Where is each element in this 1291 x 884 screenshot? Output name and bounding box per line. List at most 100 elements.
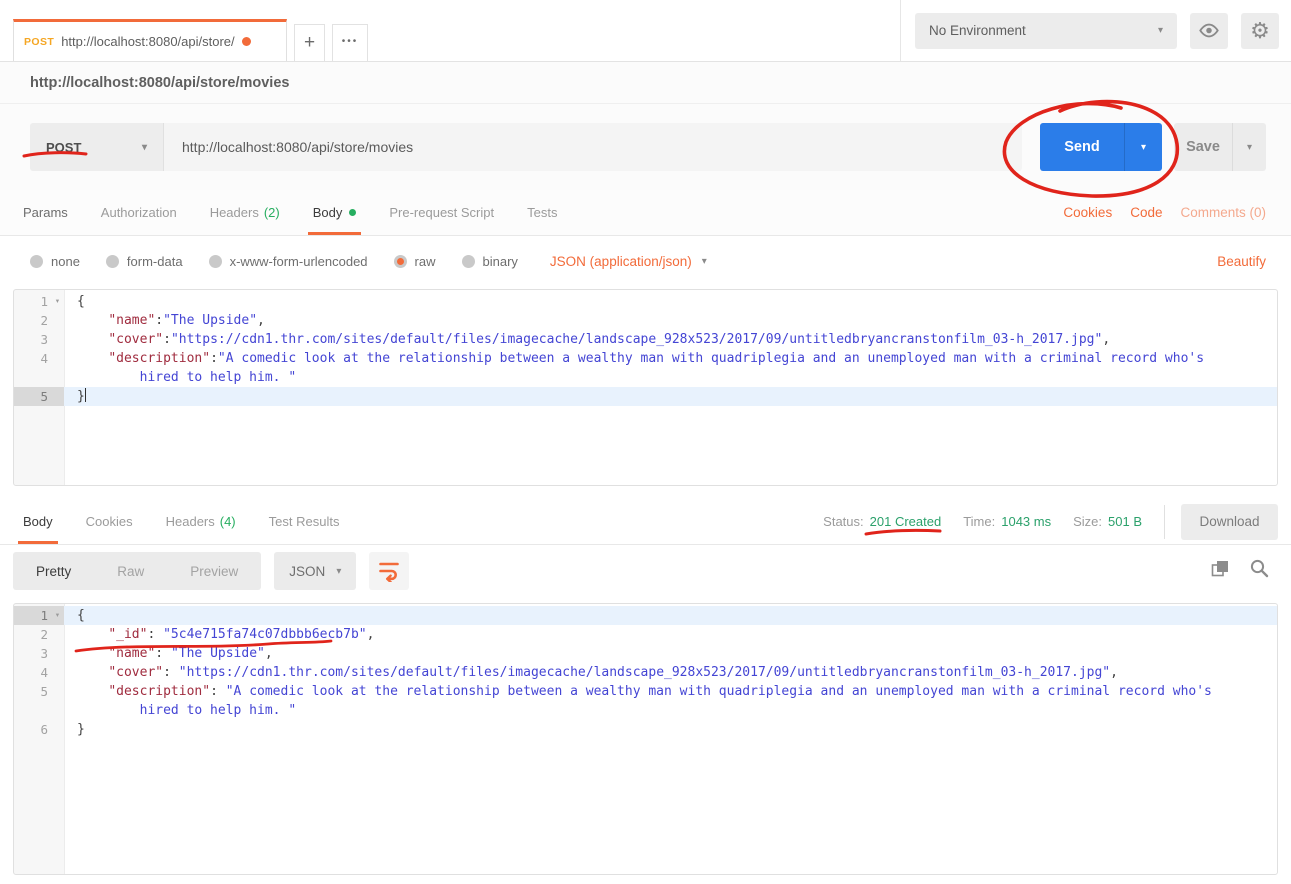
body-mode-row: none form-data x-www-form-urlencoded raw… [0,236,1291,286]
method-select[interactable]: POST ▾ [30,123,164,171]
tab-pre-request-script[interactable]: Pre-request Script [386,190,497,235]
radio-form-data[interactable]: form-data [106,254,183,269]
size-value: 501 B [1108,514,1142,529]
line-number: 6 [14,720,64,739]
radio-icon [209,255,222,268]
request-tabs: Params Authorization Headers (2) Body Pr… [0,190,1291,236]
code-line[interactable]: 3 "name": "The Upside", [14,644,1277,663]
radio-raw[interactable]: raw [394,254,436,269]
response-format-select[interactable]: JSON ▾ [274,552,356,590]
copy-response-button[interactable] [1211,560,1229,583]
response-tab-headers[interactable]: Headers (4) [163,499,239,544]
chevron-down-icon: ▾ [1158,25,1163,36]
chevron-down-icon: ▾ [1141,142,1146,153]
code-line[interactable]: 4 "cover": "https://cdn1.thr.com/sites/d… [14,663,1277,682]
code-line-text: "name": "The Upside", [64,644,273,663]
chevron-down-icon: ▾ [1247,142,1252,153]
code-line[interactable]: 2 "_id": "5c4e715fa74c07dbbb6ecb7b", [14,625,1277,644]
radio-icon [462,255,475,268]
code-line[interactable]: 4 "description":"A comedic look at the r… [14,349,1277,368]
new-tab-button[interactable]: + [294,24,325,61]
code-line[interactable]: 5 "description": "A comedic look at the … [14,682,1277,701]
content-type-value: JSON (application/json) [550,254,692,269]
response-tab-test-results[interactable]: Test Results [266,499,343,544]
status-badge: Status: 201 Created [823,514,941,529]
send-button[interactable]: Send [1040,123,1124,171]
code-line-text: "description":"A comedic look at the rel… [64,349,1204,368]
response-tab-body[interactable]: Body [20,499,56,544]
response-tools [1211,559,1269,583]
code-line[interactable]: 2 "name":"The Upside", [14,311,1277,330]
radio-binary[interactable]: binary [462,254,518,269]
comments-link[interactable]: Comments (0) [1180,205,1266,220]
view-pretty[interactable]: Pretty [13,564,94,579]
size-badge: Size: 501 B [1073,514,1142,529]
method-select-value: POST [46,140,81,155]
beautify-link[interactable]: Beautify [1217,254,1266,269]
time-badge: Time: 1043 ms [963,514,1051,529]
settings-button[interactable]: ⚙ [1241,13,1279,49]
tab-body[interactable]: Body [310,190,360,235]
code-link[interactable]: Code [1130,205,1162,220]
response-body-editor[interactable]: 1▾{2 "_id": "5c4e715fa74c07dbbb6ecb7b",3… [13,603,1278,875]
radio-x-www-form-urlencoded[interactable]: x-www-form-urlencoded [209,254,368,269]
time-value: 1043 ms [1001,514,1051,529]
tab-tests[interactable]: Tests [524,190,560,235]
send-options-button[interactable]: ▾ [1124,123,1162,171]
gear-icon: ⚙ [1250,20,1270,42]
content-type-select[interactable]: JSON (application/json) ▾ [550,254,707,269]
code-line[interactable]: 5} [14,387,1277,406]
code-line[interactable]: 3 "cover":"https://cdn1.thr.com/sites/de… [14,330,1277,349]
environment-quicklook-button[interactable] [1190,13,1228,49]
code-line-text: "name":"The Upside", [64,311,265,330]
view-preview[interactable]: Preview [167,564,261,579]
code-line[interactable]: 1▾{ [14,292,1277,311]
fold-caret-icon[interactable]: ▾ [55,606,60,625]
line-number: 2 [14,311,64,330]
code-line-text: "_id": "5c4e715fa74c07dbbb6ecb7b", [64,625,374,644]
request-url-header: http://localhost:8080/api/store/movies [0,62,1291,104]
request-tab[interactable]: POST http://localhost:8080/api/store/ [13,19,287,61]
eye-icon [1198,23,1220,38]
fold-caret-icon[interactable]: ▾ [55,292,60,311]
code-line[interactable]: hired to help him. " [14,701,1277,720]
chevron-down-icon: ▾ [142,142,147,153]
code-line[interactable]: hired to help him. " [14,368,1277,387]
code-line-text: "cover": "https://cdn1.thr.com/sites/def… [64,663,1118,682]
save-options-button[interactable]: ▾ [1232,123,1266,171]
search-icon [1250,559,1269,578]
search-response-button[interactable] [1250,559,1269,583]
tab-options-button[interactable]: ••• [332,24,368,61]
line-number: 3 [14,330,64,349]
send-button-group: Send ▾ [1040,123,1162,171]
tab-params[interactable]: Params [20,190,71,235]
cookies-link[interactable]: Cookies [1063,205,1112,220]
tab-headers[interactable]: Headers (2) [207,190,283,235]
wrap-lines-button[interactable] [369,552,409,590]
tab-authorization[interactable]: Authorization [98,190,180,235]
code-line-text: hired to help him. " [64,368,296,387]
code-line-text: } [64,720,85,739]
word-wrap-icon [379,561,399,582]
code-line-text: hired to help him. " [64,701,296,720]
line-number: 4 [14,349,64,368]
code-line-text: } [64,387,86,406]
radio-none[interactable]: none [30,254,80,269]
code-line[interactable]: 6} [14,720,1277,739]
code-line-text: "description": "A comedic look at the re… [64,682,1212,701]
url-input[interactable]: http://localhost:8080/api/store/movies [164,123,1022,171]
save-button[interactable]: Save [1174,123,1232,171]
download-button[interactable]: Download [1181,504,1278,540]
environment-select[interactable]: No Environment ▾ [915,13,1177,49]
response-tab-cookies[interactable]: Cookies [83,499,136,544]
response-header: Body Cookies Headers (4) Test Results St… [0,499,1291,545]
view-raw[interactable]: Raw [94,564,167,579]
request-body-editor[interactable]: 1▾{2 "name":"The Upside",3 "cover":"http… [13,289,1278,486]
environment-group: No Environment ▾ ⚙ [900,0,1291,61]
chevron-down-icon: ▾ [336,566,341,577]
request-links: Cookies Code Comments (0) [1063,190,1266,235]
code-line[interactable]: 1▾{ [14,606,1277,625]
line-number: 3 [14,644,64,663]
postman-window: POST http://localhost:8080/api/store/ + … [0,0,1291,884]
radio-icon [30,255,43,268]
